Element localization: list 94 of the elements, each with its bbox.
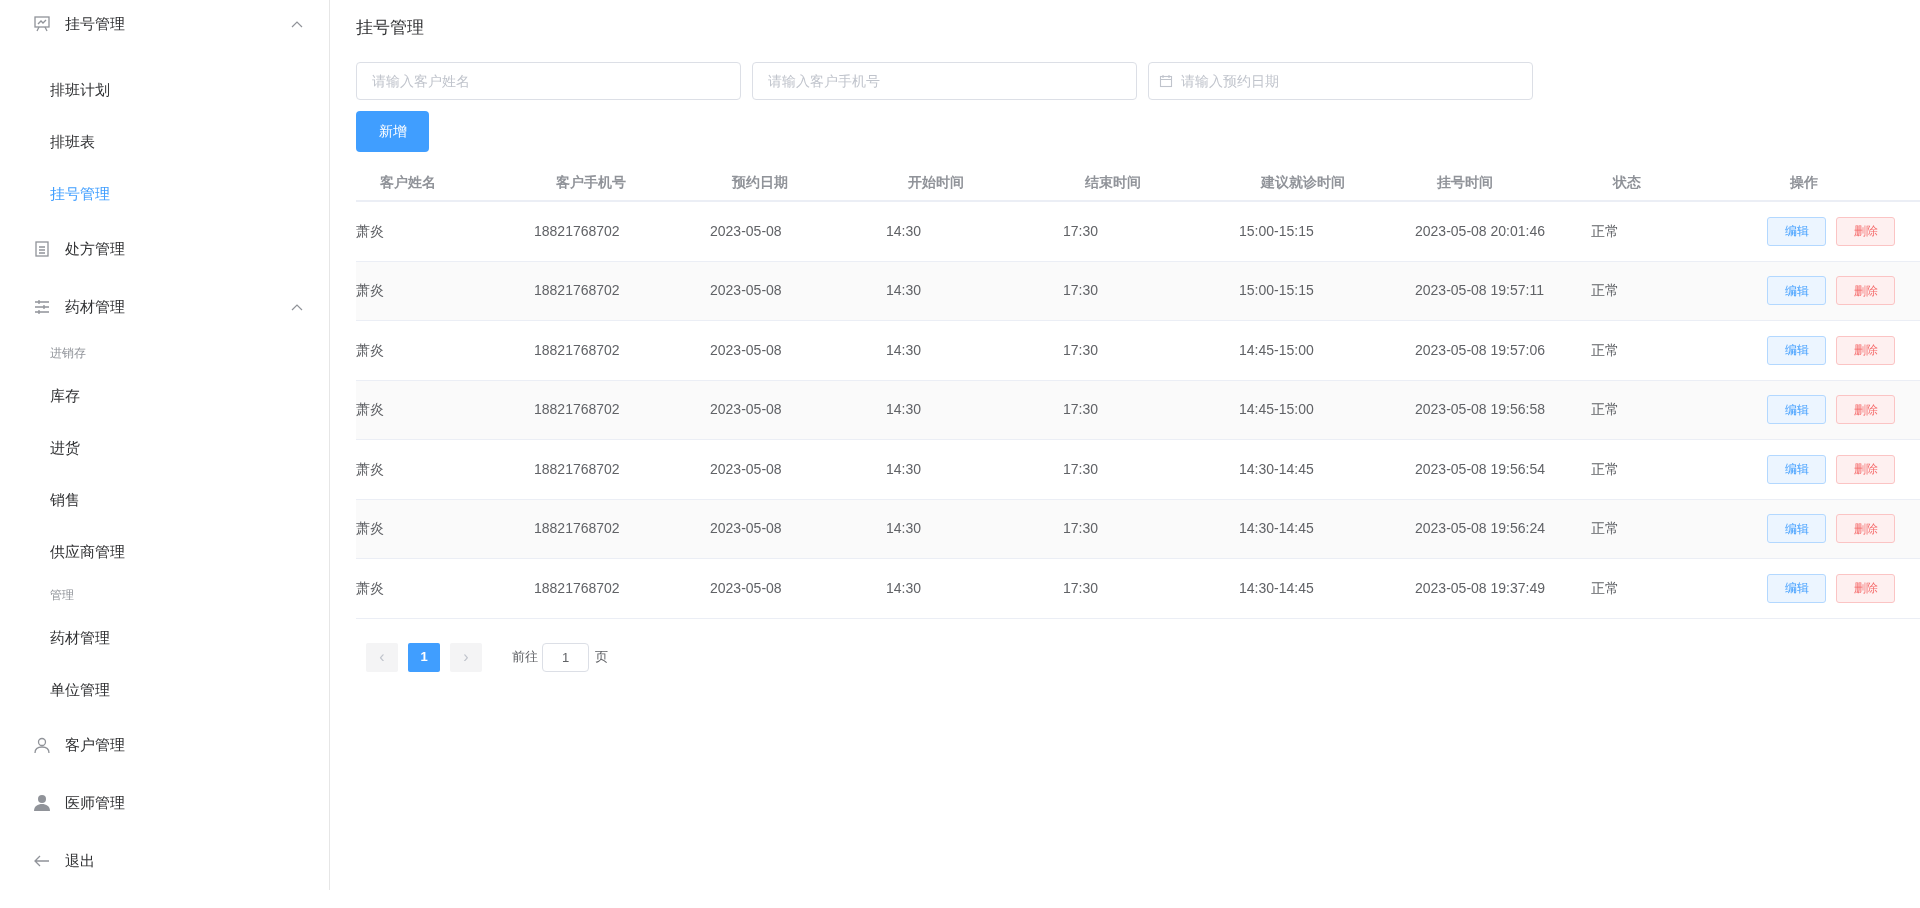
- table-cell: 15:00-15:15: [1239, 282, 1314, 299]
- table-cell: 17:30: [1063, 460, 1099, 477]
- table-cell: 2023-05-08: [710, 520, 782, 537]
- table-cell: 2023-05-08 19:56:24: [1415, 520, 1545, 537]
- sidebar-menu-item[interactable]: 医师管理: [0, 774, 329, 832]
- table-cell: 14:30: [886, 222, 922, 239]
- sidebar-menu-item[interactable]: 药材管理: [0, 278, 329, 336]
- table-cell: 18821768702: [534, 460, 620, 477]
- table-cell: 正常: [1591, 460, 1619, 477]
- sidebar-submenu-item[interactable]: 单位管理: [0, 664, 329, 716]
- chart-board-icon: [33, 15, 51, 33]
- table-cell: 2023-05-08 19:56:54: [1415, 460, 1545, 477]
- input-field[interactable]: 请输入客户手机号: [752, 62, 1137, 100]
- table-cell: 正常: [1591, 341, 1619, 358]
- user-icon: [33, 736, 51, 754]
- table-cell: 2023-05-08 19:37:49: [1415, 579, 1545, 596]
- table-cell: 2023-05-08: [710, 579, 782, 596]
- table-cell: 17:30: [1063, 222, 1099, 239]
- sidebar-menu-item[interactable]: 退出: [0, 832, 329, 890]
- date-field[interactable]: 请输入预约日期: [1148, 62, 1533, 100]
- sidebar-submenu-item[interactable]: 销售: [0, 474, 329, 526]
- table-cell: 正常: [1591, 520, 1619, 537]
- table-cell: 17:30: [1063, 520, 1099, 537]
- table-cell: 18821768702: [534, 222, 620, 239]
- table-cell: 14:30: [886, 401, 922, 418]
- table-cell: 14:30: [886, 579, 922, 596]
- column-header: 开始时间: [908, 173, 964, 190]
- table-cell: 14:30-14:45: [1239, 520, 1314, 537]
- table-cell: 萧炎: [356, 341, 384, 358]
- table-cell: 17:30: [1063, 579, 1099, 596]
- user-icon: [33, 794, 51, 812]
- table-cell: 2023-05-08 19:57:11: [1415, 282, 1544, 299]
- table-cell: 2023-05-08: [710, 460, 782, 477]
- table-cell: 2023-05-08: [710, 341, 782, 358]
- page-title: 挂号管理: [356, 17, 425, 39]
- sidebar-menu-item[interactable]: 挂号管理: [0, 0, 329, 48]
- table-cell: 18821768702: [534, 579, 620, 596]
- sliders-icon: [33, 298, 51, 316]
- table-cell: 14:30: [886, 460, 922, 477]
- table-cell: 2023-05-08: [710, 282, 782, 299]
- sidebar-submenu-item[interactable]: 供应商管理: [0, 526, 329, 578]
- table-cell: 正常: [1591, 222, 1619, 239]
- table-cell: 14:30: [886, 341, 922, 358]
- table-cell: 萧炎: [356, 282, 384, 299]
- sidebar-submenu-item[interactable]: 药材管理: [0, 612, 329, 664]
- sidebar-submenu-item[interactable]: 排班计划: [0, 64, 329, 116]
- input-field[interactable]: 请输入客户姓名: [356, 62, 741, 100]
- menu-group-title: 进销存: [49, 345, 87, 362]
- sidebar-menu-item[interactable]: 客户管理: [0, 716, 329, 774]
- table-cell: 14:45-15:00: [1239, 341, 1314, 358]
- table-cell: 2023-05-08: [710, 401, 782, 418]
- table-cell: 18821768702: [534, 282, 620, 299]
- table-cell: 正常: [1591, 579, 1619, 596]
- table-cell: 18821768702: [534, 401, 620, 418]
- menu-group-title: 管理: [49, 587, 75, 604]
- table-cell: 14:30-14:45: [1239, 460, 1314, 477]
- sidebar-submenu-item[interactable]: 排班表: [0, 116, 329, 168]
- column-header: 操作: [1790, 173, 1818, 190]
- table-cell: 17:30: [1063, 341, 1099, 358]
- column-header: 预约日期: [732, 173, 788, 190]
- table-cell: 正常: [1591, 282, 1619, 299]
- calendar-icon: [1159, 74, 1173, 88]
- table-cell: 18821768702: [534, 520, 620, 537]
- column-header: 状态: [1613, 173, 1641, 190]
- table-cell: 14:30: [886, 520, 922, 537]
- sidebar-submenu-item[interactable]: 进货: [0, 422, 329, 474]
- table-cell: 萧炎: [356, 460, 384, 477]
- table-cell: 17:30: [1063, 282, 1099, 299]
- table-cell: 17:30: [1063, 401, 1099, 418]
- column-header: 客户姓名: [380, 173, 436, 190]
- page-suffix: 页: [595, 648, 608, 667]
- sidebar-submenu-item[interactable]: 库存: [0, 370, 329, 422]
- table-cell: 萧炎: [356, 401, 384, 418]
- table-cell: 15:00-15:15: [1239, 222, 1314, 239]
- table-cell: 14:30-14:45: [1239, 579, 1314, 596]
- table-cell: 萧炎: [356, 222, 384, 239]
- table-cell: 2023-05-08: [710, 222, 782, 239]
- column-header: 挂号时间: [1437, 173, 1493, 190]
- table-cell: 18821768702: [534, 341, 620, 358]
- sidebar-menu-item[interactable]: 处方管理: [0, 220, 329, 278]
- table-cell: 2023-05-08 19:57:06: [1415, 341, 1545, 358]
- table-cell: 萧炎: [356, 520, 384, 537]
- column-header: 结束时间: [1085, 173, 1141, 190]
- table-cell: 正常: [1591, 401, 1619, 418]
- column-header: 建议就诊时间: [1261, 173, 1345, 190]
- table-cell: 萧炎: [356, 579, 384, 596]
- page-number-field[interactable]: 1: [542, 642, 589, 672]
- column-header: 客户手机号: [556, 173, 626, 190]
- table-cell: 2023-05-08 20:01:46: [1415, 222, 1545, 239]
- table-cell: 14:30: [886, 282, 922, 299]
- table-cell: 14:45-15:00: [1239, 401, 1314, 418]
- document-icon: [33, 240, 51, 258]
- goto-label: 前往: [512, 648, 538, 667]
- table-cell: 2023-05-08 19:56:58: [1415, 401, 1545, 418]
